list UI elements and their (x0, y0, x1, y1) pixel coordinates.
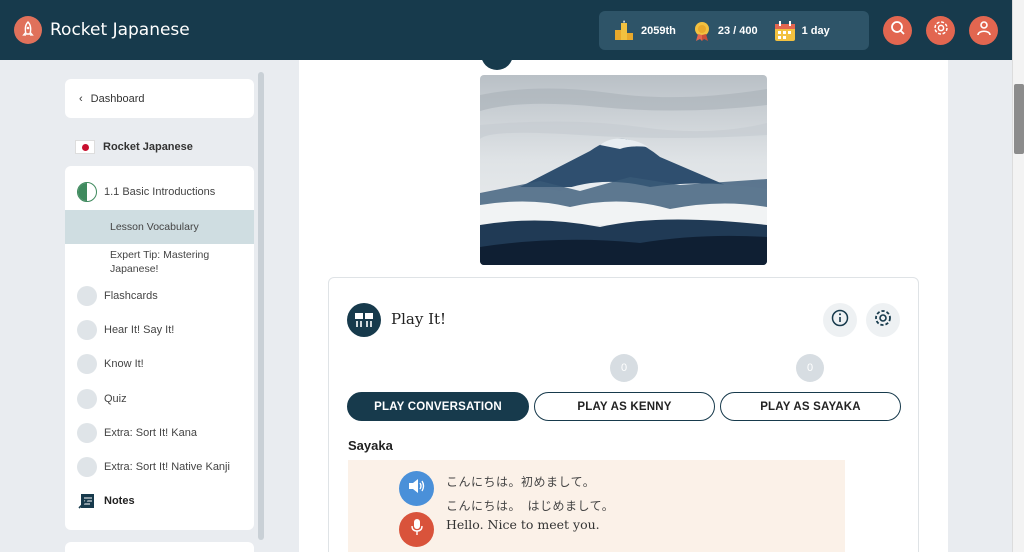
streak-stat[interactable]: 1 day (774, 20, 830, 42)
line-kanji: こんにちは。初めまして。 (446, 475, 596, 489)
card-title: Play It! (391, 310, 447, 328)
line-kana: こんにちは。 はじめまして。 (446, 499, 615, 513)
headphones-icon (77, 320, 97, 340)
sidebar-item-sort-it-kanji[interactable]: Extra: Sort It! Native Kanji (65, 456, 254, 478)
lightbulb-icon (77, 354, 97, 374)
speaker-icon (408, 478, 426, 499)
chevron-left-icon: ‹ (79, 92, 83, 105)
points-stat[interactable]: 23 / 400 (692, 20, 758, 42)
sidebar-item-know-it[interactable]: Know It! (65, 353, 254, 375)
search-icon (890, 20, 906, 41)
play-conversation-button[interactable]: PLAY CONVERSATION (347, 392, 529, 421)
play-it-card: Play It! 0 0 PLAY CONVERSATION PLAY AS K… (328, 277, 919, 552)
search-button[interactable] (883, 16, 912, 45)
sidebar-sub-label: Expert Tip: Mastering Japanese! (110, 249, 210, 275)
page-scrollbar-thumb[interactable] (1014, 84, 1024, 154)
sidebar-item-notes[interactable]: Notes (65, 490, 254, 512)
dashboard-label: Dashboard (90, 92, 145, 105)
user-icon (976, 20, 992, 41)
gear-icon (932, 19, 950, 42)
rank-value: 2059th (641, 24, 676, 37)
rank-stat[interactable]: 2059th (613, 19, 676, 42)
card-settings-button[interactable] (866, 303, 900, 337)
page-scrollbar[interactable] (1012, 0, 1024, 552)
app-title[interactable]: Rocket Japanese (50, 20, 190, 40)
settings-button[interactable] (926, 16, 955, 45)
trophy-icon (613, 19, 635, 42)
sidebar-item-label: Know It! (104, 358, 144, 370)
dialogue-line: こんにちは。初めまして。 こんにちは。 はじめまして。 Hello. Nice … (348, 460, 845, 552)
sidebar-item-hear-it-say-it[interactable]: Hear It! Say It! (65, 319, 254, 341)
sayaka-score-badge: 0 (796, 354, 824, 382)
section-marker-icon (481, 46, 513, 70)
speaker-name: Sayaka (348, 438, 393, 453)
kenny-score-badge: 0 (610, 354, 638, 382)
sidebar-item-label: Extra: Sort It! Kana (104, 427, 197, 439)
sidebar-item-label: Quiz (104, 393, 127, 405)
info-icon (831, 309, 849, 332)
calendar-icon (774, 20, 796, 42)
play-audio-button[interactable] (399, 471, 434, 506)
conversation-icon (347, 303, 381, 337)
record-button[interactable] (399, 512, 434, 547)
flashcards-icon (77, 286, 97, 306)
sidebar-item-expert-tip[interactable]: Expert Tip: Mastering Japanese! (65, 246, 254, 278)
sidebar-item-sort-it-kana[interactable]: Extra: Sort It! Kana (65, 422, 254, 444)
line-english: Hello. Nice to meet you. (446, 517, 600, 532)
points-value: 23 / 400 (717, 24, 758, 37)
sidebar-next-card (65, 542, 254, 552)
profile-button[interactable] (969, 16, 998, 45)
play-as-kenny-button[interactable]: PLAY AS KENNY (534, 392, 715, 421)
sidebar-item-flashcards[interactable]: Flashcards (65, 285, 254, 307)
shuffle-icon (77, 423, 97, 443)
sidebar-item-label: Extra: Sort It! Native Kanji (104, 461, 230, 473)
sidebar-item-label: Notes (104, 495, 135, 507)
sidebar-item-label: Flashcards (104, 290, 158, 302)
japan-flag-icon (75, 140, 95, 154)
medal-icon (692, 20, 712, 42)
notes-icon (77, 491, 97, 511)
microphone-icon (410, 518, 424, 541)
info-button[interactable] (823, 303, 857, 337)
sidebar-sub-label: Lesson Vocabulary (110, 221, 199, 233)
lesson-menu: 1.1 Basic Introductions Lesson Vocabular… (65, 166, 254, 530)
dashboard-link[interactable]: ‹ Dashboard (65, 79, 254, 118)
stats-panel: 2059th 23 / 400 1 day (599, 11, 869, 50)
mount-fuji-image (480, 75, 767, 265)
play-as-sayaka-button[interactable]: PLAY AS SAYAKA (720, 392, 901, 421)
course-label: Rocket Japanese (103, 141, 193, 153)
sidebar-item-lesson[interactable]: 1.1 Basic Introductions (65, 181, 254, 203)
streak-value: 1 day (801, 24, 830, 37)
quiz-icon (77, 389, 97, 409)
sidebar-scrollbar[interactable] (258, 72, 264, 540)
lesson-label: 1.1 Basic Introductions (104, 186, 216, 198)
half-progress-icon (77, 182, 97, 202)
sidebar-item-quiz[interactable]: Quiz (65, 388, 254, 410)
gear-icon (873, 308, 893, 333)
lesson-content: Play It! 0 0 PLAY CONVERSATION PLAY AS K… (299, 46, 948, 552)
course-header[interactable]: Rocket Japanese (65, 130, 254, 164)
rocket-logo-icon[interactable] (14, 16, 42, 44)
sidebar-item-label: Hear It! Say It! (104, 324, 175, 336)
shuffle-icon (77, 457, 97, 477)
sidebar-item-lesson-vocabulary[interactable]: Lesson Vocabulary (65, 210, 254, 244)
